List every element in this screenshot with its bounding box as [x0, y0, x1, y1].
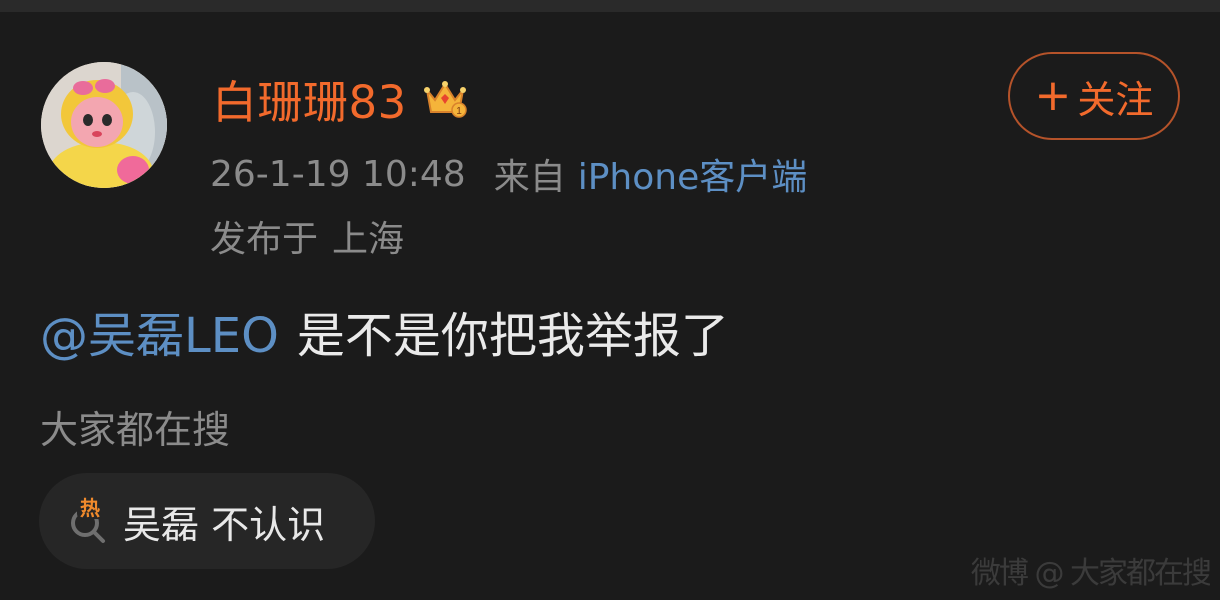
timestamp: 26-1-19 10:48: [210, 153, 466, 195]
location-prefix: 发布于: [210, 219, 319, 260]
trending-query: 吴磊 不认识: [123, 502, 326, 547]
from-label: 来自: [493, 157, 566, 198]
trending-chip[interactable]: 热 吴磊 不认识: [39, 473, 375, 569]
post-body: 是不是你把我举报了: [296, 308, 729, 364]
username[interactable]: 白珊珊83: [212, 66, 407, 131]
post-content: @吴磊LEO 是不是你把我举报了: [40, 298, 729, 364]
post-meta: 26-1-19 10:48 来自 iPhone客户端: [210, 148, 807, 200]
crown-icon: 1: [423, 81, 467, 118]
avatar[interactable]: [41, 62, 167, 188]
mention-link[interactable]: @吴磊LEO: [40, 296, 279, 366]
location-place: 上海: [332, 219, 405, 260]
top-divider: [0, 0, 1220, 12]
plus-icon: +: [1034, 70, 1072, 121]
avatar-doll-icon: [41, 62, 167, 188]
watermark: 微博 @ 大家都在搜: [970, 556, 1210, 591]
post-location: 发布于 上海: [210, 210, 404, 262]
badge-level: 1: [456, 106, 462, 117]
client-link[interactable]: iPhone客户端: [578, 148, 808, 200]
hot-label: 热: [80, 496, 100, 520]
author-row: 白珊珊83 1: [212, 66, 469, 131]
trending-heading: 大家都在搜: [40, 407, 231, 452]
follow-label: 关注: [1077, 77, 1154, 122]
follow-button[interactable]: + 关注: [1008, 52, 1180, 140]
hot-search-icon: 热: [71, 496, 105, 543]
